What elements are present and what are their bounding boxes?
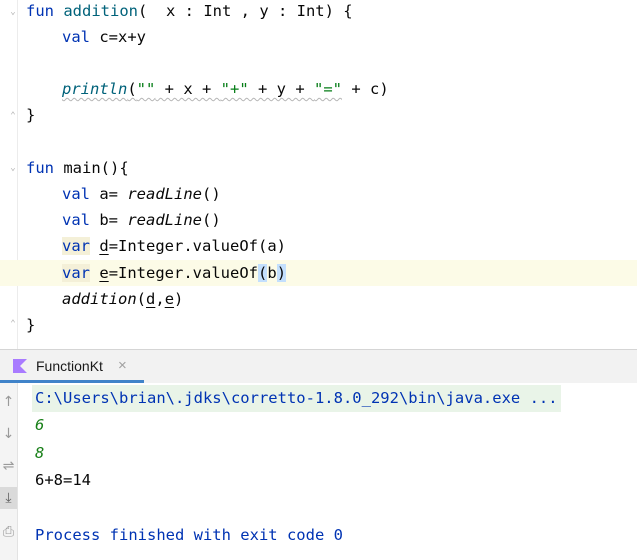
matched-paren: ) bbox=[276, 264, 287, 282]
code-text: + x + bbox=[155, 80, 221, 98]
print-icon[interactable]: ⎙ bbox=[0, 521, 17, 543]
closing-brace: } bbox=[26, 106, 36, 124]
code-text: () bbox=[201, 185, 221, 203]
function-call: readLine bbox=[127, 185, 202, 203]
code-line[interactable]: } bbox=[26, 102, 35, 128]
code-text: , bbox=[155, 290, 165, 308]
code-text: () bbox=[201, 211, 221, 229]
code-line[interactable]: } bbox=[26, 312, 35, 338]
function-call: addition bbox=[62, 290, 137, 308]
variable: e bbox=[99, 264, 109, 282]
arrow-up-icon[interactable]: ↑ bbox=[0, 391, 17, 413]
console-input-line: 8 bbox=[35, 444, 45, 462]
string-literal: "=" bbox=[314, 80, 342, 98]
code-line[interactable]: val a= readLine() bbox=[62, 181, 221, 207]
function-call: println bbox=[62, 80, 128, 98]
code-text: b= bbox=[90, 211, 128, 229]
console-input-line: 6 bbox=[35, 416, 45, 434]
scroll-to-end-icon[interactable]: ⤓ bbox=[0, 487, 17, 509]
console-output[interactable]: C:\Users\brian\.jdks\corretto-1.8.0_292\… bbox=[18, 383, 637, 560]
code-line[interactable]: addition(d,e) bbox=[62, 286, 183, 312]
code-line[interactable]: fun addition( x : Int , y : Int) { bbox=[26, 0, 353, 24]
console-command-line[interactable]: C:\Users\brian\.jdks\corretto-1.8.0_292\… bbox=[32, 385, 561, 412]
run-tab-label: FunctionKt bbox=[36, 358, 103, 374]
soft-wrap-icon[interactable]: ⇌ bbox=[0, 455, 17, 477]
arrow-down-icon[interactable]: ↓ bbox=[0, 423, 17, 445]
keyword: fun bbox=[26, 159, 54, 177]
variable: d bbox=[99, 237, 109, 255]
code-text: =Integer.valueOf(a) bbox=[108, 237, 286, 255]
editor-gutter[interactable]: ⌄ ⌃ ⌄ ⌃ bbox=[0, 0, 18, 349]
code-line[interactable]: println("" + x + "+" + y + "=" + c) bbox=[62, 76, 389, 102]
gutter-separator bbox=[17, 0, 18, 349]
closing-brace: } bbox=[26, 316, 36, 334]
code-line-current[interactable]: var e=Integer.valueOf(b) bbox=[0, 260, 637, 286]
code-line[interactable]: val c=x+y bbox=[62, 24, 146, 50]
string-literal: "+" bbox=[220, 80, 249, 98]
code-text: ( bbox=[136, 290, 146, 308]
console-output-line: 6+8=14 bbox=[35, 471, 91, 489]
fold-end-marker-icon[interactable]: ⌃ bbox=[9, 320, 17, 329]
string-literal: "" bbox=[136, 80, 156, 98]
matched-paren: ( bbox=[258, 264, 268, 282]
code-editor[interactable]: ⌄ ⌃ ⌄ ⌃ fun addition( x : Int , y : Int)… bbox=[0, 0, 637, 349]
code-text: main(){ bbox=[54, 159, 129, 177]
close-icon[interactable]: × bbox=[118, 357, 127, 374]
code-text: ) bbox=[174, 290, 184, 308]
code-text: + y + bbox=[248, 80, 314, 98]
code-line[interactable]: fun main(){ bbox=[26, 155, 129, 181]
code-line[interactable]: var d=Integer.valueOf(a) bbox=[62, 233, 286, 259]
variable: e bbox=[164, 290, 175, 308]
keyword: var bbox=[62, 237, 90, 255]
function-call: readLine bbox=[127, 211, 202, 229]
code-text: ( bbox=[127, 80, 137, 98]
code-text: b bbox=[267, 264, 277, 282]
fold-marker-icon[interactable]: ⌄ bbox=[9, 8, 17, 17]
code-text: =Integer.valueOf bbox=[108, 264, 258, 282]
code-text: a= bbox=[90, 185, 128, 203]
code-text: ( x : Int , y : Int) { bbox=[138, 2, 353, 20]
variable: d bbox=[146, 290, 156, 308]
code-line[interactable]: val b= readLine() bbox=[62, 207, 221, 233]
keyword: val bbox=[62, 185, 90, 203]
kotlin-icon bbox=[13, 359, 27, 373]
function-name: addition bbox=[63, 2, 138, 20]
keyword: val bbox=[62, 28, 90, 46]
code-text: c=x+y bbox=[90, 28, 146, 46]
keyword: var bbox=[62, 264, 90, 282]
run-toolbar: ↑ ↓ ⇌ ⤓ ⎙ bbox=[0, 383, 18, 560]
console-exit-line: Process finished with exit code 0 bbox=[35, 526, 343, 544]
keyword: fun bbox=[26, 2, 54, 20]
run-panel-header: FunctionKt × bbox=[0, 349, 637, 383]
keyword: val bbox=[62, 211, 90, 229]
fold-marker-icon[interactable]: ⌄ bbox=[9, 164, 17, 173]
code-text: + c) bbox=[342, 80, 389, 98]
fold-end-marker-icon[interactable]: ⌃ bbox=[9, 112, 17, 121]
run-tab-functionkt[interactable]: FunctionKt × bbox=[0, 350, 144, 383]
